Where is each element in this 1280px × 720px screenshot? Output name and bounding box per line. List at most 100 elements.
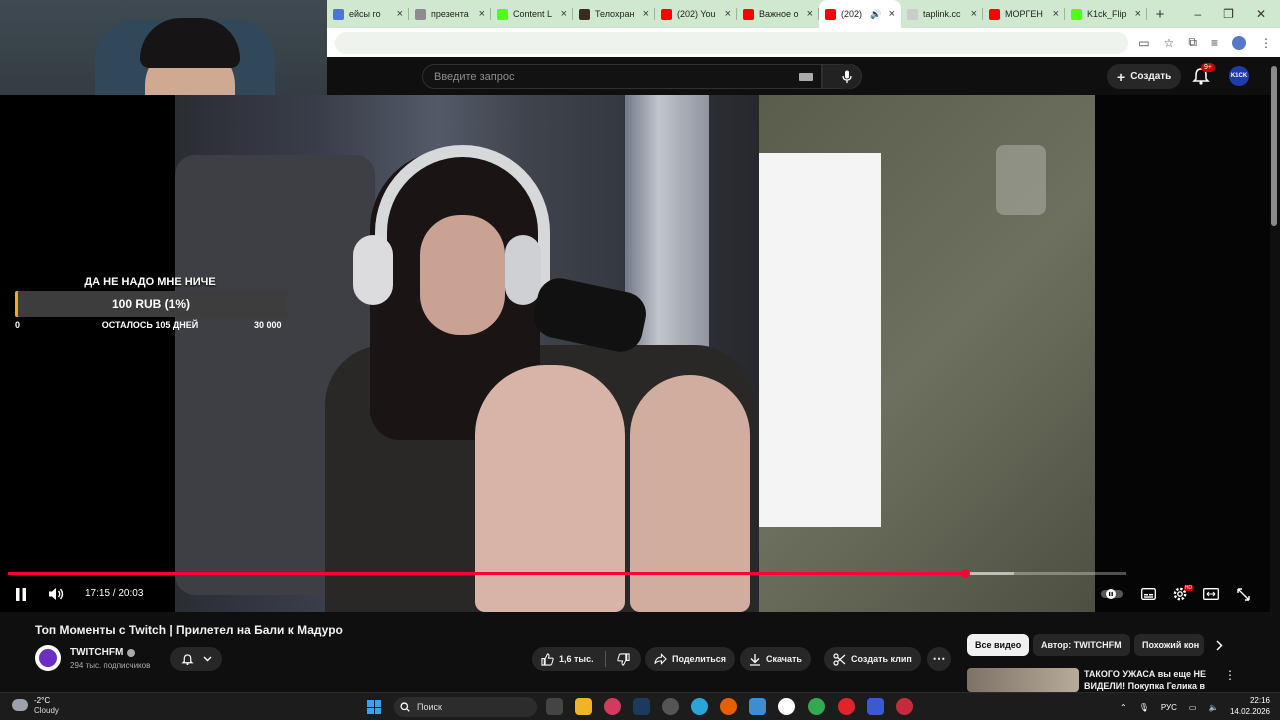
video-player[interactable] — [0, 95, 1270, 612]
cast-icon[interactable]: ▭ — [1138, 36, 1149, 50]
task-view-icon[interactable] — [546, 698, 563, 715]
show-hidden-icons-icon[interactable]: ⌃ — [1120, 703, 1127, 712]
chip-all-videos[interactable]: Все видео — [967, 634, 1030, 656]
chrome-app-icon[interactable] — [808, 698, 825, 715]
chip-similar[interactable]: Похожий кон — [1134, 634, 1204, 656]
dislike-icon[interactable] — [616, 652, 630, 666]
maximize-icon[interactable]: ❐ — [1223, 7, 1234, 21]
tab-label: Content L — [513, 9, 553, 19]
progress-scrubber[interactable] — [961, 569, 970, 578]
scissors-icon — [833, 652, 846, 666]
channel-name-row[interactable]: TWITCHFM — [70, 647, 136, 658]
close-tab-icon[interactable]: × — [725, 8, 731, 20]
close-tab-icon[interactable]: × — [561, 8, 567, 20]
microphone-tray-icon[interactable]: 🎙 — [1139, 703, 1149, 712]
close-tab-icon[interactable]: × — [807, 8, 813, 20]
browser-app-icon[interactable] — [662, 698, 679, 715]
close-tab-icon[interactable]: × — [397, 8, 403, 20]
tab-favicon-icon — [825, 8, 836, 20]
yandex-app-icon[interactable] — [778, 698, 795, 715]
subtitles-button[interactable] — [1139, 586, 1157, 602]
browser-menu-icon[interactable]: ⋮ — [1260, 36, 1272, 50]
steam-app-icon[interactable] — [633, 698, 650, 715]
close-tab-icon[interactable]: × — [971, 8, 977, 20]
browser-tab[interactable]: ейсы го × — [327, 0, 409, 28]
extensions-icon[interactable]: ⧉ — [1188, 35, 1197, 50]
like-icon[interactable] — [541, 652, 554, 666]
create-clip-label: Создать клип — [851, 654, 912, 664]
search-input[interactable]: Введите запрос — [422, 64, 822, 89]
download-button[interactable]: Скачать — [740, 647, 811, 671]
profile-avatar[interactable] — [1232, 35, 1246, 50]
pause-icon — [16, 587, 26, 601]
create-button[interactable]: + Создать — [1107, 64, 1182, 89]
browser-tab[interactable]: K1ck_Flip × — [1065, 0, 1147, 28]
close-tab-icon[interactable]: × — [479, 8, 485, 20]
create-clip-button[interactable]: Создать клип — [824, 647, 921, 671]
browser-tab[interactable]: taplink.cc × — [901, 0, 983, 28]
browser-tab[interactable]: МОРГЕН × — [983, 0, 1065, 28]
messenger-app-icon[interactable] — [749, 698, 766, 715]
stats-app-icon[interactable] — [867, 698, 884, 715]
taskbar-clock[interactable]: 22:16 14.02.2026 — [1222, 695, 1270, 717]
video-frame-right — [759, 95, 1095, 612]
browser-tab-active[interactable]: (202) 🔊 × — [819, 0, 901, 28]
close-tab-icon[interactable]: × — [1135, 8, 1141, 20]
start-button[interactable] — [367, 700, 381, 714]
video-progress-bar[interactable] — [8, 569, 1126, 578]
chips-next-button[interactable] — [1210, 636, 1228, 654]
close-tab-icon[interactable]: × — [889, 8, 895, 20]
recommended-video-menu-icon[interactable]: ⋮ — [1224, 668, 1236, 682]
minimize-icon[interactable]: – — [1194, 7, 1201, 21]
chip-by-author[interactable]: Автор: TWITCHFM — [1033, 634, 1130, 656]
share-arrow-icon — [654, 653, 667, 665]
files-app-icon[interactable] — [575, 698, 592, 715]
tab-label: ейсы го — [349, 9, 381, 19]
new-tab-button[interactable]: + — [1147, 6, 1173, 23]
language-indicator[interactable]: РУС — [1161, 703, 1177, 712]
create-label: Создать — [1130, 71, 1172, 82]
browser-tab-strip: ейсы го × презента × Content L × Телохран × … — [327, 0, 1280, 28]
media-controls-icon[interactable]: ≡ — [1211, 36, 1218, 50]
like-count[interactable]: 1,6 тыс. — [559, 654, 594, 664]
browser-tab[interactable]: Content L × — [491, 0, 573, 28]
weather-description[interactable]: Cloudy — [34, 706, 59, 715]
settings-button[interactable]: HD — [1170, 585, 1193, 603]
account-avatar[interactable]: K1CK — [1229, 66, 1249, 86]
weather-cloud-icon[interactable] — [12, 699, 28, 711]
network-icon[interactable]: ▭ — [1189, 703, 1197, 712]
pause-button[interactable] — [12, 585, 30, 603]
tab-audio-icon[interactable]: 🔊 — [870, 9, 881, 20]
volume-button[interactable] — [46, 585, 66, 603]
taskbar-search[interactable]: Поиск — [394, 697, 537, 717]
browser-tab[interactable]: Важное о × — [737, 0, 819, 28]
channel-avatar[interactable] — [35, 645, 61, 671]
browser-tab[interactable]: презента × — [409, 0, 491, 28]
more-actions-button[interactable]: ⋯ — [927, 647, 951, 671]
voice-search-button[interactable] — [834, 64, 859, 89]
browser-tab[interactable]: Телохран × — [573, 0, 655, 28]
address-bar[interactable] — [335, 31, 1129, 54]
keyboard-icon[interactable] — [799, 73, 813, 81]
fullscreen-button[interactable] — [1234, 585, 1252, 603]
theater-mode-button[interactable] — [1202, 586, 1220, 602]
firefox-app-icon[interactable] — [720, 698, 737, 715]
recommended-video-title[interactable]: ТАКОГО УЖАСА вы еще НЕ ВИДЕЛИ! Покупка Г… — [1084, 668, 1209, 692]
page-scrollbar[interactable] — [1271, 66, 1277, 226]
close-tab-icon[interactable]: × — [643, 8, 649, 20]
share-button[interactable]: Поделиться — [645, 647, 736, 671]
subscription-bell-button[interactable] — [170, 647, 222, 671]
bookmark-star-icon[interactable]: ☆ — [1164, 36, 1175, 50]
browser-tab[interactable]: (202) You × — [655, 0, 737, 28]
opera-app-icon[interactable] — [838, 698, 855, 715]
media-app-icon[interactable] — [604, 698, 621, 715]
volume-tray-icon[interactable]: 🔈 — [1208, 703, 1218, 712]
edge-app-icon[interactable] — [691, 698, 708, 715]
weather-temperature[interactable]: -2°C — [34, 696, 50, 705]
autoplay-toggle[interactable] — [1100, 587, 1124, 601]
recommended-video-thumbnail[interactable] — [967, 668, 1079, 692]
channel-name[interactable]: TWITCHFM — [70, 647, 123, 658]
close-window-icon[interactable]: ✕ — [1256, 7, 1266, 21]
close-tab-icon[interactable]: × — [1053, 8, 1059, 20]
notification-app-icon[interactable] — [896, 698, 913, 715]
